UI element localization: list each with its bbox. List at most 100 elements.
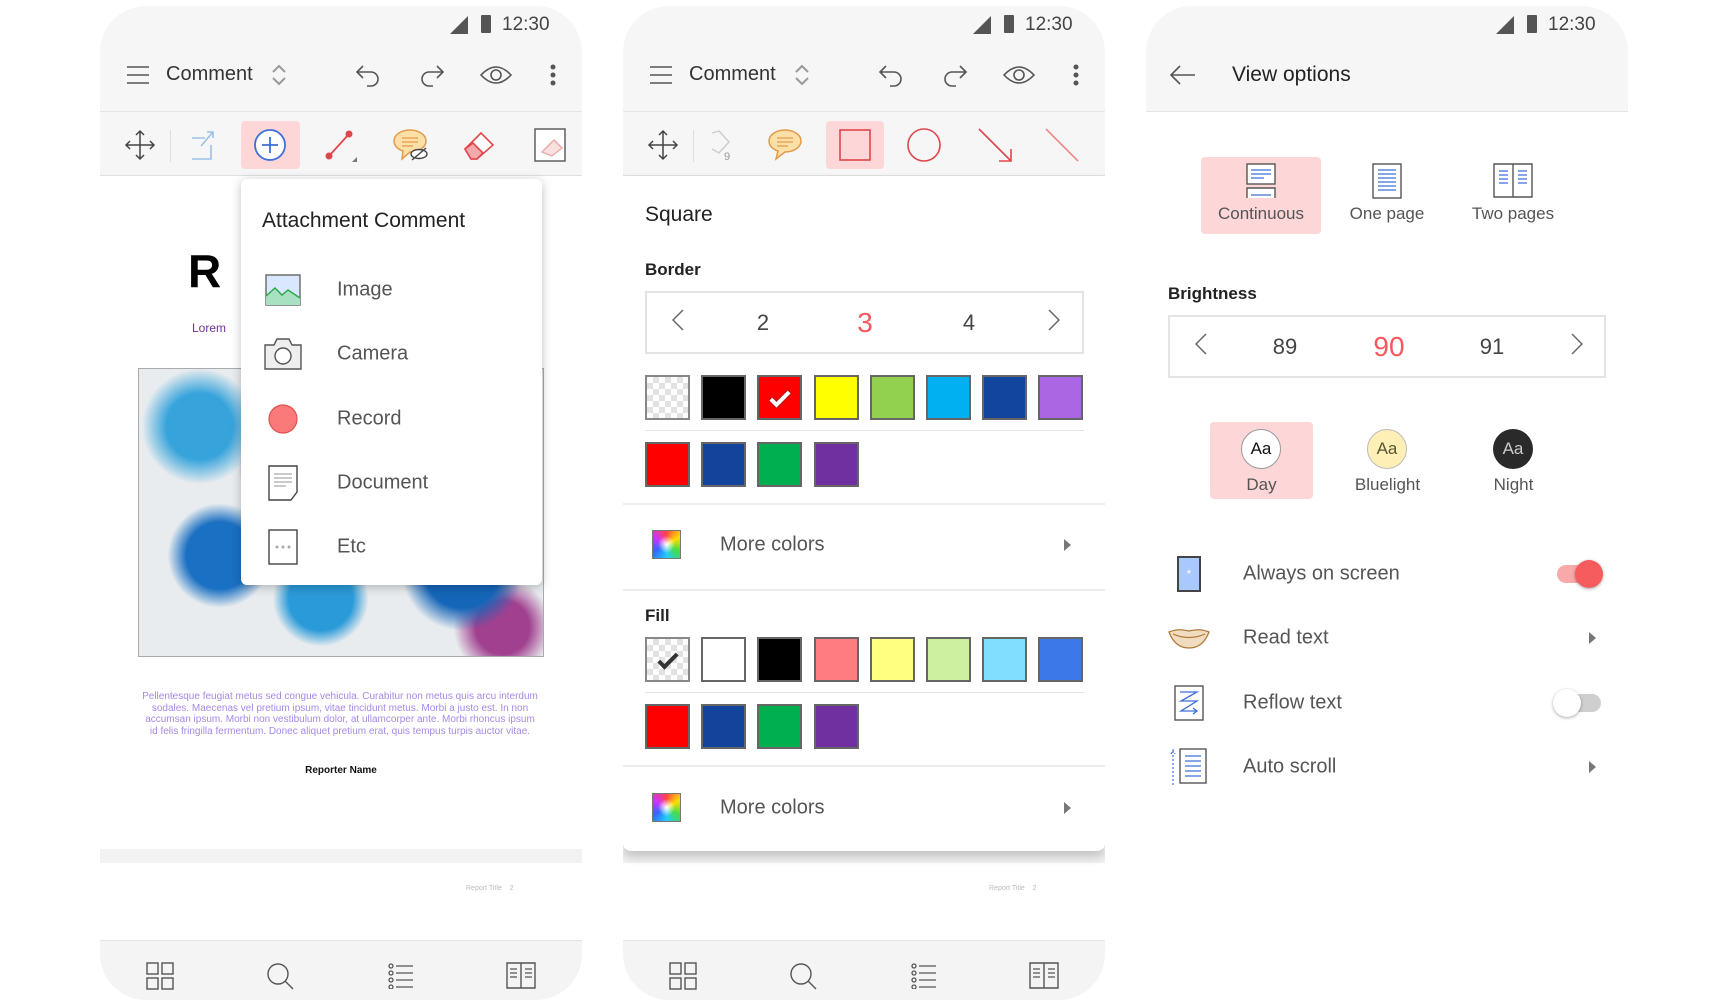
hide-comments-tool-icon[interactable] [391, 127, 429, 163]
border-width-stepper[interactable]: 2 3 4 [645, 291, 1084, 354]
stepper-value-selected[interactable]: 3 [857, 307, 873, 339]
thumbnails-grid-icon[interactable] [669, 962, 697, 990]
menu-item-image[interactable]: Image [241, 261, 542, 319]
battery-icon [1004, 15, 1014, 33]
fill-more-colors-button[interactable]: More colors [623, 778, 1105, 838]
layout-continuous[interactable]: Continuous [1201, 157, 1321, 234]
color-swatch[interactable] [813, 704, 859, 749]
chevron-right-icon[interactable] [1048, 308, 1061, 337]
checkmark-icon [656, 647, 679, 670]
mode-switch-chevrons-icon[interactable] [794, 63, 810, 87]
color-swatch[interactable] [757, 637, 803, 682]
thumbnails-grid-icon[interactable] [146, 962, 174, 990]
border-more-colors-button[interactable]: More colors [623, 515, 1105, 575]
hamburger-menu-icon[interactable] [650, 66, 672, 84]
arrow-tool-icon[interactable] [977, 127, 1013, 163]
color-swatch[interactable] [926, 637, 971, 682]
more-options-icon[interactable] [1073, 64, 1079, 86]
view-eye-icon[interactable] [1003, 65, 1035, 85]
color-swatch[interactable] [757, 442, 803, 487]
color-swatch[interactable] [645, 704, 690, 749]
always-on-screen-toggle[interactable] [1557, 560, 1603, 588]
undo-icon[interactable] [355, 63, 381, 87]
export-tool-icon[interactable] [189, 129, 219, 161]
layout-label: Continuous [1217, 204, 1304, 223]
attachment-comment-tool-icon[interactable] [253, 128, 287, 162]
color-swatch[interactable] [982, 637, 1028, 682]
chevron-left-icon[interactable] [1194, 332, 1207, 361]
menu-item-record[interactable]: Record [241, 390, 542, 448]
chevron-left-icon[interactable] [671, 308, 684, 337]
layout-one-page[interactable]: One page [1327, 157, 1447, 234]
stepper-value-selected[interactable]: 90 [1373, 331, 1404, 363]
color-swatch[interactable] [701, 375, 747, 420]
reporter-name: Reporter Name [305, 765, 377, 776]
highlighter-tool-icon[interactable] [709, 129, 735, 161]
square-tool-icon[interactable] [839, 129, 871, 161]
menu-item-camera[interactable]: Camera [241, 325, 542, 383]
clear-all-tool-icon[interactable] [534, 128, 566, 162]
redo-icon[interactable] [942, 63, 968, 87]
color-swatch[interactable] [645, 375, 690, 420]
reflow-text-toggle[interactable] [1553, 689, 1601, 717]
color-swatch[interactable] [645, 637, 690, 682]
stepper-value[interactable]: 91 [1480, 334, 1504, 360]
reading-mode-book-icon[interactable] [506, 962, 536, 990]
color-swatch[interactable] [813, 442, 859, 487]
color-swatch[interactable] [757, 375, 803, 420]
table-of-contents-icon[interactable] [388, 963, 414, 989]
color-swatch[interactable] [645, 442, 690, 487]
color-swatch[interactable] [701, 637, 747, 682]
line-tool-icon[interactable] [323, 128, 359, 162]
stepper-value[interactable]: 4 [963, 310, 975, 336]
page-footer: Report Title 2 [989, 885, 1036, 892]
hamburger-menu-icon[interactable] [127, 66, 149, 84]
color-swatch[interactable] [926, 375, 971, 420]
color-swatch[interactable] [869, 375, 915, 420]
mode-switch-chevrons-icon[interactable] [271, 63, 287, 87]
setting-reflow-text[interactable]: Reflow text [1146, 673, 1628, 733]
chevron-right-icon[interactable] [1571, 332, 1584, 361]
move-tool-icon[interactable] [124, 129, 156, 161]
color-swatch[interactable] [701, 704, 747, 749]
theme-day[interactable]: Aa Day [1210, 422, 1313, 499]
color-swatch[interactable] [813, 375, 859, 420]
eraser-tool-icon[interactable] [461, 129, 497, 161]
menu-item-etc[interactable]: Etc [241, 518, 542, 576]
circle-tool-icon[interactable] [906, 127, 942, 163]
image-icon [265, 274, 301, 306]
theme-night[interactable]: Aa Night [1462, 422, 1565, 499]
layout-two-pages[interactable]: Two pages [1448, 157, 1578, 234]
menu-item-document[interactable]: Document [241, 454, 542, 512]
move-tool-icon[interactable] [647, 129, 679, 161]
color-swatch[interactable] [982, 375, 1028, 420]
mode-title[interactable]: Comment [166, 63, 253, 86]
theme-bluelight[interactable]: Aa Bluelight [1336, 422, 1439, 499]
back-arrow-icon[interactable] [1170, 65, 1196, 85]
undo-icon[interactable] [878, 63, 904, 87]
color-swatch[interactable] [701, 442, 747, 487]
search-icon[interactable] [789, 962, 817, 990]
color-swatch[interactable] [869, 637, 915, 682]
table-of-contents-icon[interactable] [911, 963, 937, 989]
more-options-icon[interactable] [550, 64, 556, 86]
stepper-value[interactable]: 2 [757, 310, 769, 336]
color-swatch[interactable] [1038, 375, 1084, 420]
setting-read-text[interactable]: Read text [1146, 608, 1628, 668]
search-icon[interactable] [266, 962, 294, 990]
view-eye-icon[interactable] [480, 65, 512, 85]
stepper-value[interactable]: 89 [1273, 334, 1297, 360]
reading-mode-book-icon[interactable] [1029, 962, 1059, 990]
brightness-stepper[interactable]: 89 90 91 [1168, 315, 1606, 378]
color-palette-icon [652, 530, 681, 559]
color-swatch[interactable] [813, 637, 859, 682]
color-swatch[interactable] [757, 704, 803, 749]
mode-title[interactable]: Comment [689, 63, 776, 86]
straight-line-tool-icon[interactable] [1044, 127, 1080, 163]
setting-auto-scroll[interactable]: Auto scroll [1146, 737, 1628, 797]
redo-icon[interactable] [419, 63, 445, 87]
chevron-right-icon [1589, 761, 1596, 773]
color-swatch[interactable] [1038, 637, 1084, 682]
setting-always-on-screen[interactable]: * Always on screen [1146, 544, 1628, 604]
note-comment-tool-icon[interactable] [767, 128, 803, 162]
